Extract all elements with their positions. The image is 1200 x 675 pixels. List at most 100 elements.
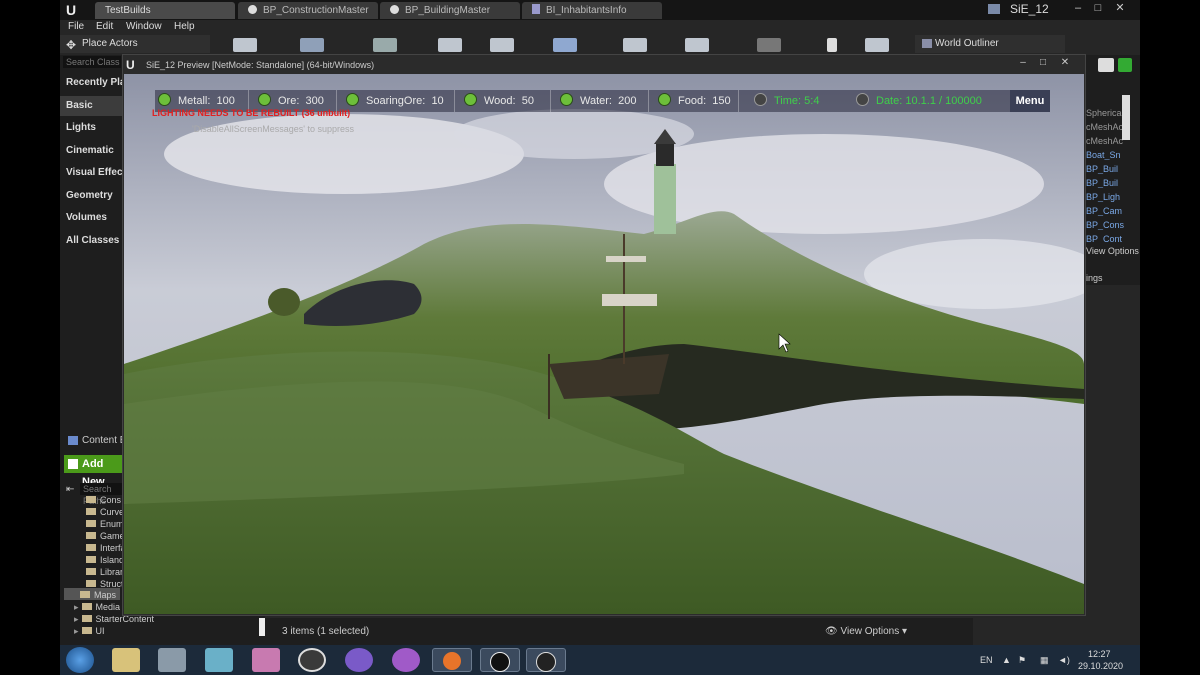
add-icon <box>68 459 78 469</box>
pause-icon[interactable] <box>827 38 837 52</box>
folder-icon <box>86 568 96 575</box>
volume-icon[interactable]: ◄) <box>1058 655 1070 665</box>
outliner-item[interactable]: BP_Buil <box>1086 164 1136 174</box>
world-outliner-tab[interactable]: World Outliner <box>915 35 1065 53</box>
menu-edit[interactable]: Edit <box>96 21 113 32</box>
start-button[interactable] <box>66 647 94 673</box>
folder-item-maps[interactable]: Maps <box>80 590 116 600</box>
snipping-tool-icon[interactable] <box>205 648 233 672</box>
outliner-scrollbar[interactable] <box>1122 95 1130 140</box>
maximize-button[interactable]: □ <box>1090 2 1106 14</box>
category-all-classes[interactable]: All Classes <box>60 231 122 251</box>
menu-help[interactable]: Help <box>174 21 195 32</box>
menu-window[interactable]: Window <box>126 21 162 32</box>
folder-label: Media <box>95 602 121 612</box>
warning-hint: 'DisableAllScreenMessages' to suppress <box>192 124 355 134</box>
source-control-icon[interactable] <box>988 4 1000 14</box>
language-indicator[interactable]: EN <box>980 655 993 665</box>
tray-expand-icon[interactable]: ▲ <box>1002 655 1011 665</box>
add-filter-icon[interactable] <box>1118 58 1132 72</box>
collapse-sources-icon[interactable]: ⇤ <box>66 484 74 495</box>
close-button[interactable]: ✕ <box>1112 2 1128 14</box>
outliner-view-options[interactable]: View Options <box>1086 246 1139 256</box>
preview-maximize-button[interactable]: □ <box>1036 58 1050 68</box>
folder-item[interactable]: ▸ Media <box>74 602 120 613</box>
folder-label: UI <box>95 626 105 636</box>
minimize-button[interactable]: – <box>1070 2 1086 14</box>
category-geometry[interactable]: Geometry <box>60 186 122 206</box>
view-options-button[interactable]: 👁 View Options ▾ <box>825 626 907 637</box>
folder-icon <box>81 603 92 610</box>
network-icon[interactable]: ▦ <box>1040 655 1049 666</box>
tray-flag-icon[interactable]: ⚑ <box>1018 655 1026 666</box>
outliner-item[interactable]: BP_Ligh <box>1086 192 1136 202</box>
soaring-ore-icon <box>346 93 359 106</box>
outliner-item[interactable]: BP_Cons <box>1086 220 1136 230</box>
outliner-item[interactable]: Boat_Sn <box>1086 150 1136 160</box>
expand-arrow-icon[interactable]: ▸ <box>74 602 79 612</box>
resource-value: 200 <box>618 95 637 107</box>
tab-bp-building-master[interactable]: BP_BuildingMaster <box>380 2 520 19</box>
folder-item[interactable]: ▸ UI <box>74 626 105 637</box>
unreal-engine-icon[interactable] <box>480 648 520 672</box>
game-menu-button[interactable]: Menu <box>1010 90 1050 112</box>
blueprints-icon[interactable] <box>553 38 577 52</box>
category-visual-effects[interactable]: Visual Effects <box>60 163 122 183</box>
tab-bp-construction-master[interactable]: BP_ConstructionMaster <box>238 2 378 19</box>
food-icon <box>658 93 671 106</box>
firefox-icon[interactable] <box>432 648 472 672</box>
search-paths-input[interactable]: Search Paths <box>80 483 122 506</box>
outliner-item[interactable]: BP_Buil <box>1086 178 1136 188</box>
blueprint-icon <box>248 5 257 14</box>
resource-value: 100 <box>216 95 235 107</box>
paint-icon[interactable] <box>252 648 280 672</box>
folder-item[interactable]: Game <box>86 531 125 541</box>
folder-label: Cons <box>100 495 122 505</box>
outliner-item[interactable]: BP_Cont <box>1086 234 1136 242</box>
clock-date[interactable]: 29.10.2020 <box>1078 661 1123 671</box>
expand-arrow-icon[interactable]: ▸ <box>74 626 79 636</box>
metall-icon <box>158 93 171 106</box>
game-time: Time: 5:4 <box>754 93 819 107</box>
browser-icon[interactable] <box>345 648 373 672</box>
save-icon[interactable] <box>233 38 257 52</box>
expand-arrow-icon[interactable]: ▸ <box>74 614 79 624</box>
clock-icon <box>754 93 767 106</box>
search-icon[interactable] <box>1098 58 1114 72</box>
cinematics-icon[interactable] <box>623 38 647 52</box>
outliner-item[interactable]: BP_Cam <box>1086 206 1136 216</box>
search-classes-input[interactable]: Search Class <box>63 56 121 68</box>
build-icon[interactable] <box>685 38 709 52</box>
category-recently-placed[interactable]: Recently Placed <box>60 73 122 93</box>
settings-icon[interactable] <box>490 38 514 52</box>
preview-minimize-button[interactable]: – <box>1016 58 1030 68</box>
view-options-label: View Options <box>840 626 900 637</box>
tab-testbuilds[interactable]: TestBuilds <box>95 2 235 19</box>
unreal-logo-icon[interactable]: U <box>66 2 82 18</box>
folder-item[interactable]: Cons <box>86 495 121 505</box>
folder-icon <box>81 627 92 634</box>
resource-soaring-ore: SoaringOre: 10 <box>346 93 444 107</box>
clock-time[interactable]: 12:27 <box>1088 649 1111 659</box>
category-volumes[interactable]: Volumes <box>60 208 122 228</box>
marketplace-icon[interactable] <box>438 38 462 52</box>
source-control-toolbar-icon[interactable] <box>300 38 324 52</box>
app-icon[interactable] <box>298 648 326 672</box>
category-lights[interactable]: Lights <box>60 118 122 138</box>
category-cinematic[interactable]: Cinematic <box>60 141 122 161</box>
file-explorer-icon[interactable] <box>112 648 140 672</box>
category-basic[interactable]: Basic <box>60 96 122 116</box>
content-icon[interactable] <box>373 38 397 52</box>
game-viewport[interactable] <box>124 74 1084 614</box>
tab-bi-inhabitants-info[interactable]: BI_InhabitantsInfo <box>522 2 662 19</box>
eye-icon: 👁 <box>825 626 838 637</box>
play-icon[interactable] <box>757 38 781 52</box>
menu-file[interactable]: File <box>68 21 84 32</box>
obs-icon[interactable] <box>526 648 566 672</box>
folder-icon <box>86 580 96 587</box>
preview-close-button[interactable]: ✕ <box>1058 58 1072 68</box>
app-icon[interactable] <box>392 648 420 672</box>
place-actors-tab[interactable]: Place Actors <box>60 35 210 53</box>
calculator-icon[interactable] <box>158 648 186 672</box>
launch-icon[interactable] <box>865 38 889 52</box>
